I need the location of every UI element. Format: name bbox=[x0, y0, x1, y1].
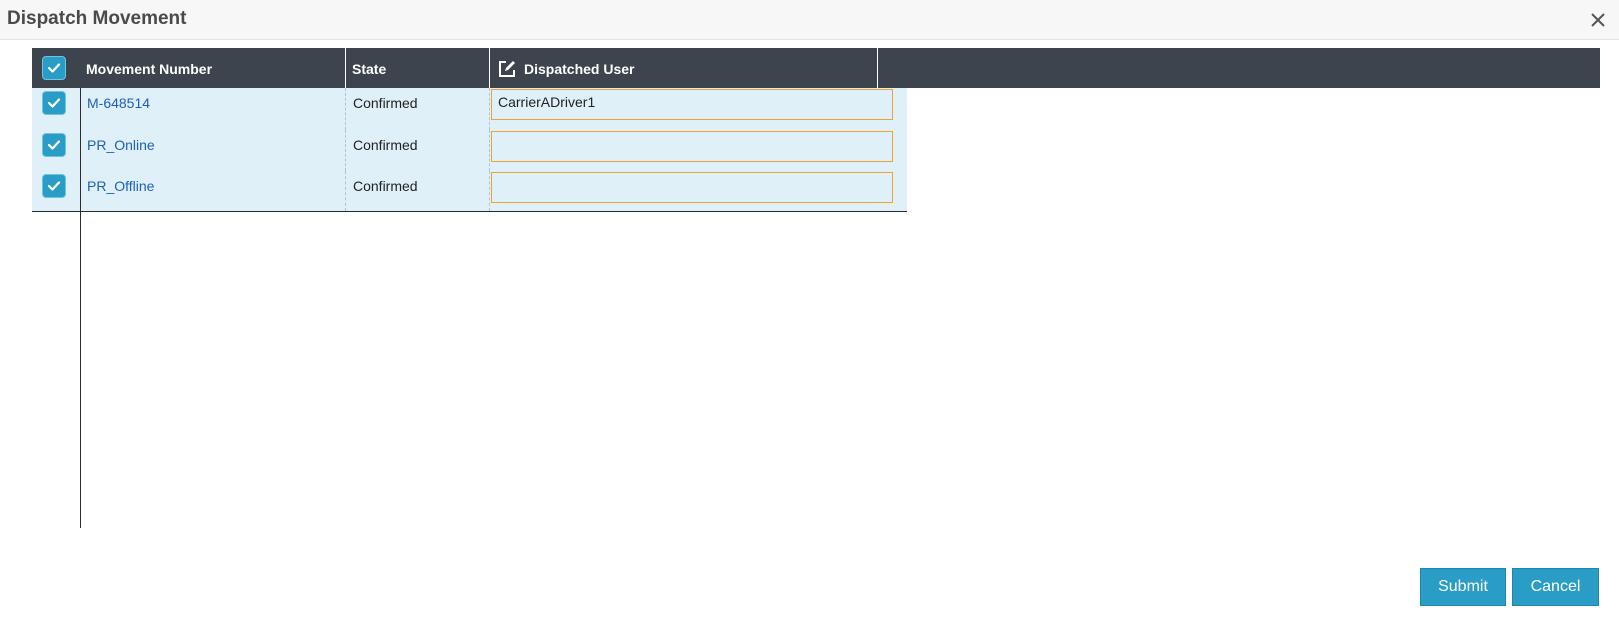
column-header-movement-number[interactable]: Movement Number bbox=[80, 48, 346, 88]
edit-icon bbox=[499, 61, 515, 77]
submit-button[interactable]: Submit bbox=[1420, 568, 1506, 606]
checkbox-checked-icon bbox=[47, 63, 61, 73]
select-all-checkbox[interactable] bbox=[42, 56, 66, 80]
movement-number-link[interactable]: PR_Online bbox=[87, 137, 155, 153]
dialog-title: Dispatch Movement bbox=[7, 8, 187, 29]
checkbox-checked-icon bbox=[47, 140, 61, 150]
movement-number-cell: PR_Online bbox=[80, 130, 346, 171]
column-header-label: State bbox=[352, 61, 387, 77]
grid-header: Movement Number State Dispatched User bbox=[32, 48, 1600, 88]
row-checkbox[interactable] bbox=[42, 174, 66, 198]
cancel-button[interactable]: Cancel bbox=[1512, 568, 1599, 606]
grid-divider bbox=[32, 211, 907, 212]
close-icon[interactable] bbox=[1588, 10, 1608, 30]
dialog-header: Dispatch Movement bbox=[0, 0, 1619, 40]
row-checkbox[interactable] bbox=[42, 91, 66, 115]
dispatched-user-input[interactable] bbox=[491, 131, 893, 162]
movement-number-link[interactable]: PR_Offline bbox=[87, 178, 154, 194]
state-text: Confirmed bbox=[353, 178, 418, 194]
row-select-cell bbox=[32, 130, 80, 171]
column-header-state[interactable]: State bbox=[346, 48, 490, 88]
checkbox-checked-icon bbox=[47, 181, 61, 191]
table-row[interactable]: M-648514 Confirmed bbox=[32, 88, 907, 130]
grid-divider bbox=[80, 88, 81, 528]
movement-number-link[interactable]: M-648514 bbox=[87, 95, 150, 111]
dispatched-user-input[interactable] bbox=[491, 89, 893, 120]
row-select-cell bbox=[32, 171, 80, 211]
dispatched-user-cell bbox=[490, 130, 907, 171]
dispatched-user-cell bbox=[490, 171, 907, 211]
state-text: Confirmed bbox=[353, 137, 418, 153]
select-all-cell bbox=[32, 48, 80, 88]
row-checkbox[interactable] bbox=[42, 133, 66, 157]
table-row[interactable]: PR_Offline Confirmed bbox=[32, 171, 907, 211]
table-row[interactable]: PR_Online Confirmed bbox=[32, 130, 907, 171]
state-cell: Confirmed bbox=[346, 171, 490, 211]
movements-grid: Movement Number State Dispatched User M-… bbox=[32, 48, 1600, 547]
column-header-label: Dispatched User bbox=[524, 61, 635, 77]
movement-number-cell: M-648514 bbox=[80, 88, 346, 130]
state-cell: Confirmed bbox=[346, 130, 490, 171]
dispatched-user-input[interactable] bbox=[491, 172, 893, 203]
column-header-dispatched-user[interactable]: Dispatched User bbox=[490, 48, 878, 88]
movement-number-cell: PR_Offline bbox=[80, 171, 346, 211]
dispatched-user-cell bbox=[490, 88, 907, 130]
checkbox-checked-icon bbox=[47, 98, 61, 108]
state-text: Confirmed bbox=[353, 95, 418, 111]
row-select-cell bbox=[32, 88, 80, 130]
state-cell: Confirmed bbox=[346, 88, 490, 130]
column-header-label: Movement Number bbox=[86, 61, 213, 77]
